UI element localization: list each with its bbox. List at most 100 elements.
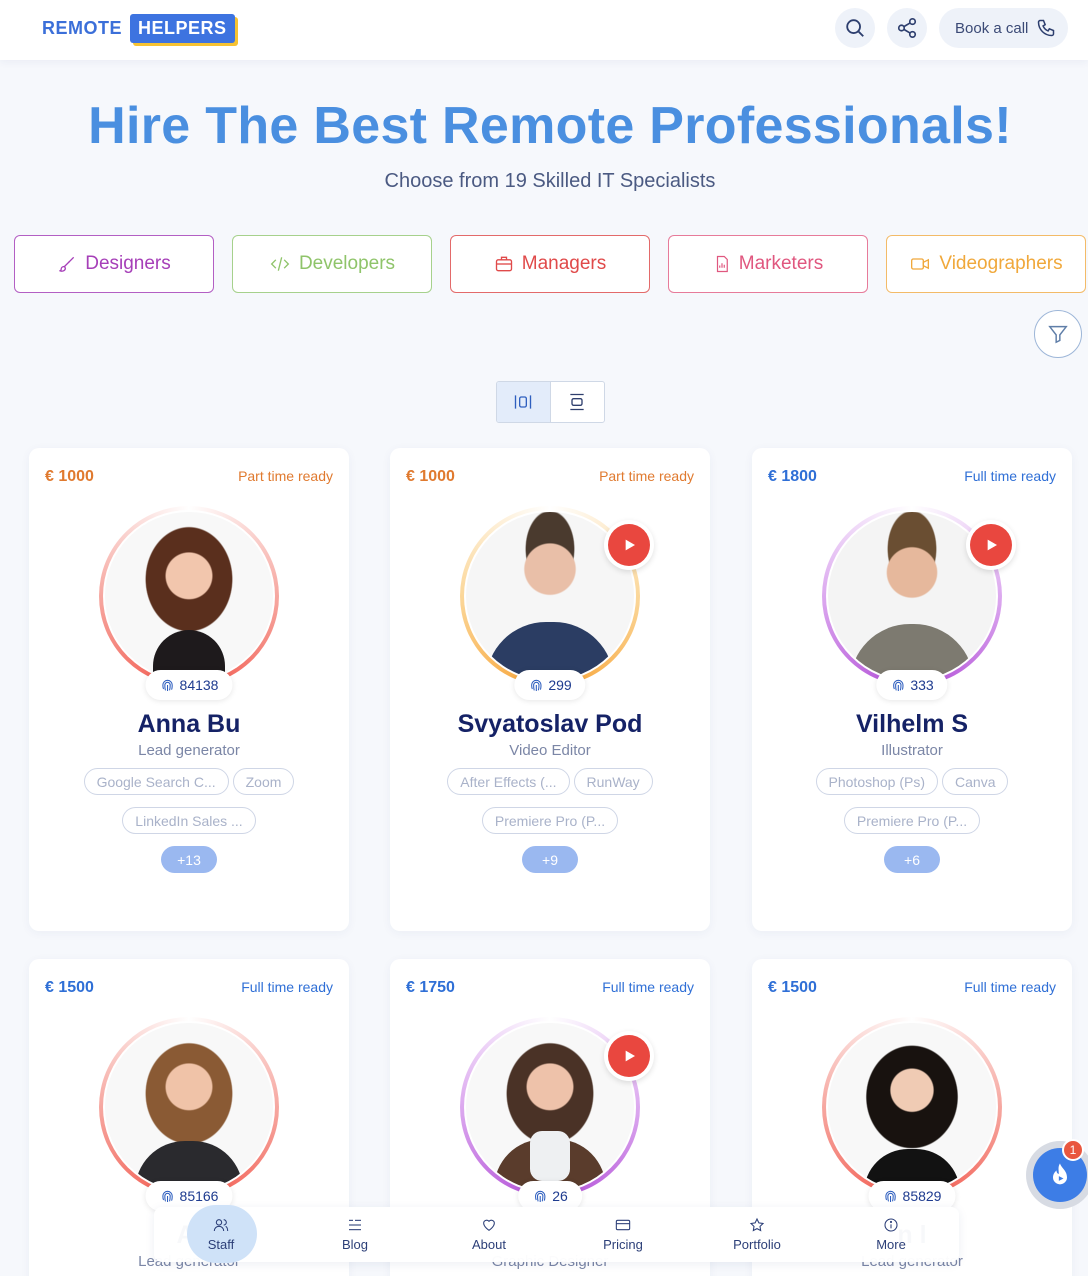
logo[interactable]: REMOTE HELPERS <box>42 10 235 46</box>
search-button[interactable] <box>835 8 875 48</box>
users-icon <box>213 1219 229 1232</box>
nav-item-blog[interactable]: Blog <box>310 1207 400 1262</box>
price: € 1000 <box>406 468 455 485</box>
specialist-card[interactable]: € 1000 Part time ready 299 Svyatoslav Po… <box>390 448 710 931</box>
nav-item-staff[interactable]: Staff <box>176 1207 266 1262</box>
page-subtitle: Choose from 19 Skilled IT Specialists <box>384 170 716 192</box>
category-designers[interactable]: Designers <box>14 235 214 293</box>
skill-tag: Premiere Pro (P... <box>843 807 981 834</box>
card-icon <box>615 1219 631 1231</box>
availability: Full time ready <box>602 979 694 995</box>
price: € 1750 <box>406 979 455 996</box>
report-icon <box>716 255 728 273</box>
more-skills-badge[interactable]: +13 <box>161 846 217 873</box>
category-videographers[interactable]: Videographers <box>886 235 1086 293</box>
filter-icon <box>1048 325 1068 344</box>
availability: Full time ready <box>241 979 333 995</box>
category-developers[interactable]: Developers <box>232 235 432 293</box>
avatar[interactable] <box>460 506 654 686</box>
brush-icon <box>59 256 75 272</box>
specialist-card[interactable]: € 1800 Full time ready 333 Vilhelm S Ill… <box>752 448 1072 931</box>
skill-tag: Google Search C... <box>83 768 229 795</box>
nav-item-about[interactable]: About <box>444 1207 534 1262</box>
specialist-card[interactable]: € 1000 Part time ready 84138 Anna Bu Lea… <box>29 448 349 931</box>
skill-tag: LinkedIn Sales ... <box>122 807 256 834</box>
more-skills-badge[interactable]: +6 <box>884 846 940 873</box>
availability: Part time ready <box>599 468 694 484</box>
price: € 1500 <box>768 979 817 996</box>
notification-badge: 1 <box>1062 1139 1084 1161</box>
nav-label: About <box>472 1237 506 1252</box>
skill-tags: Photoshop (Ps) Canva Premiere Pro (P... <box>752 768 1072 846</box>
play-video-button[interactable] <box>604 520 654 570</box>
play-video-button[interactable] <box>604 1031 654 1081</box>
specialist-role: Video Editor <box>509 742 591 759</box>
nav-label: Pricing <box>603 1237 643 1252</box>
avatar-photo <box>105 512 273 680</box>
view-toggle <box>496 381 605 423</box>
avatar[interactable] <box>99 506 279 686</box>
page-title: Hire The Best Remote Professionals! <box>88 97 1012 155</box>
info-icon <box>884 1218 898 1232</box>
nav-label: Portfolio <box>733 1237 781 1252</box>
id-badge: 299 <box>514 670 586 700</box>
availability: Part time ready <box>238 468 333 484</box>
category-marketers[interactable]: Marketers <box>668 235 868 293</box>
briefcase-icon <box>495 256 512 272</box>
skill-tag: Zoom <box>232 768 295 795</box>
avatar-photo <box>828 1023 996 1191</box>
id-badge: 84138 <box>145 670 233 700</box>
category-label: Videographers <box>939 253 1063 274</box>
avatar[interactable] <box>822 1017 1002 1197</box>
book-call-button[interactable]: Book a call <box>939 8 1068 48</box>
id-number: 299 <box>548 677 572 693</box>
avatar-turtleneck <box>530 1131 570 1181</box>
share-button[interactable] <box>887 8 927 48</box>
id-number: 26 <box>552 1188 568 1204</box>
phone-icon <box>1038 19 1055 37</box>
filter-button[interactable] <box>1034 310 1082 358</box>
id-number: 333 <box>910 677 934 693</box>
id-number: 85166 <box>179 1188 219 1204</box>
book-call-label: Book a call <box>955 19 1029 37</box>
video-icon <box>911 258 930 270</box>
rows-icon <box>570 393 584 411</box>
id-badge: 333 <box>876 670 948 700</box>
avatar-photo <box>105 1023 273 1191</box>
id-number: 84138 <box>179 677 219 693</box>
specialist-name: Vilhelm S <box>855 710 969 738</box>
specialist-name: Svyatoslav Pod <box>457 710 643 738</box>
category-label: Developers <box>298 253 396 274</box>
play-video-button[interactable] <box>966 520 1016 570</box>
fingerprint-icon <box>535 1190 546 1202</box>
search-icon <box>846 19 864 37</box>
share-icon <box>897 18 917 38</box>
nav-item-portfolio[interactable]: Portfolio <box>712 1207 802 1262</box>
play-icon <box>987 539 997 551</box>
skill-tag: Canva <box>942 768 1009 795</box>
grid-view-button[interactable] <box>497 382 551 422</box>
nav-item-pricing[interactable]: Pricing <box>578 1207 668 1262</box>
fingerprint-icon <box>885 1190 896 1202</box>
more-skills-badge[interactable]: +9 <box>522 846 578 873</box>
fingerprint-icon <box>531 679 542 691</box>
top-header: REMOTE HELPERS Book a call <box>0 0 1088 60</box>
list-view-button[interactable] <box>551 382 605 422</box>
nav-label: More <box>876 1237 906 1252</box>
price: € 1500 <box>45 979 94 996</box>
play-icon <box>625 539 635 551</box>
category-managers[interactable]: Managers <box>450 235 650 293</box>
fingerprint-icon <box>162 679 173 691</box>
skill-tag: After Effects (... <box>447 768 570 795</box>
avatar[interactable] <box>460 1017 654 1197</box>
nav-item-more[interactable]: More <box>846 1207 936 1262</box>
bottom-navigation: Staff Blog About Pricing Portfolio More <box>154 1205 959 1263</box>
price: € 1800 <box>768 468 817 485</box>
columns-icon <box>515 395 532 409</box>
blog-icon <box>349 1219 361 1231</box>
price: € 1000 <box>45 468 94 485</box>
avatar[interactable] <box>822 506 1016 686</box>
avatar[interactable] <box>99 1017 279 1197</box>
skill-tag: Photoshop (Ps) <box>815 768 939 795</box>
specialist-role: Lead generator <box>138 742 240 759</box>
